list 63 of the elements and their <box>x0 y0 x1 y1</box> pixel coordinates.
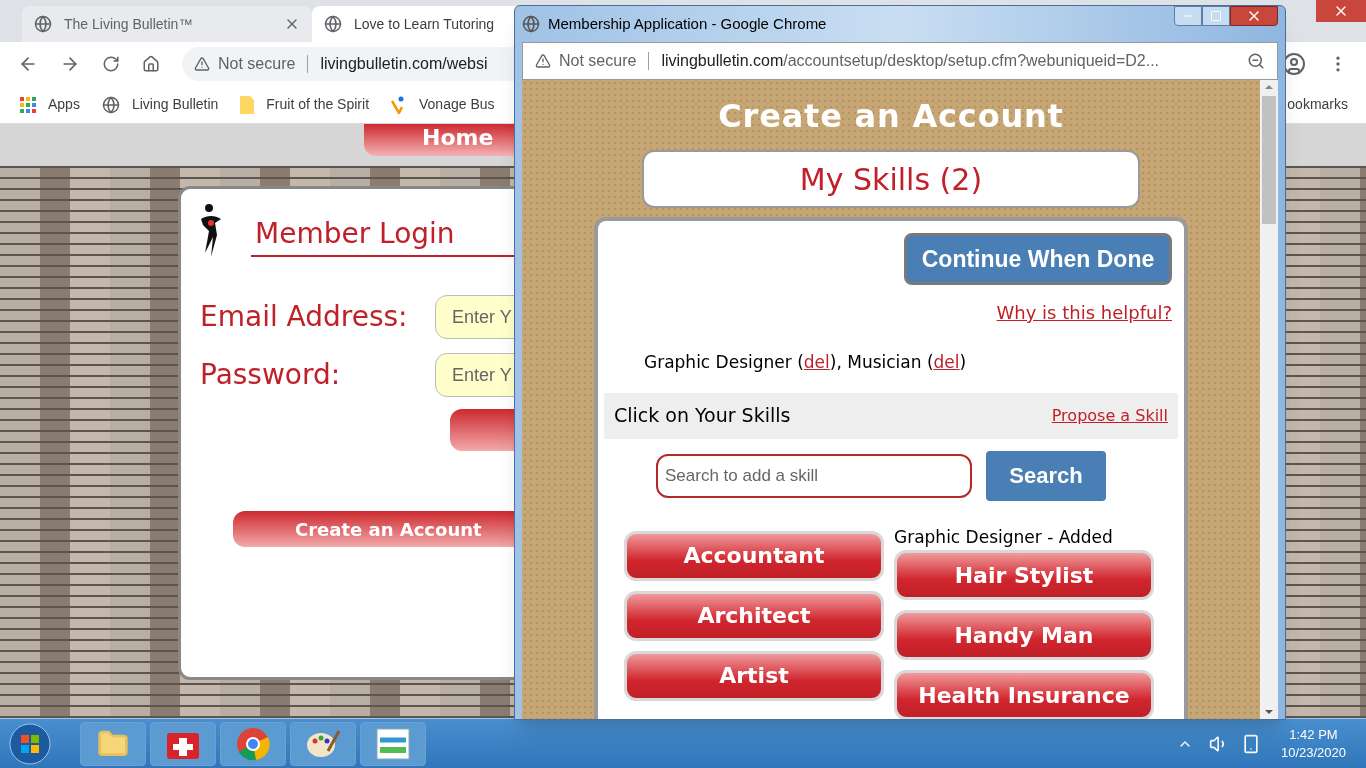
bookmark-link[interactable]: ookmarks <box>1287 94 1348 115</box>
bookmark-link[interactable]: Living Bulletin <box>101 94 219 115</box>
security-label: Not secure <box>218 54 296 74</box>
clock[interactable]: 1:42 PM 10/23/2020 <box>1280 725 1346 762</box>
added-note: Graphic Designer - Added <box>894 525 1114 549</box>
palette-icon <box>306 728 340 759</box>
browser-tab[interactable]: The Living Bulletin™ <box>22 6 312 42</box>
taskbar-app[interactable] <box>360 721 426 766</box>
delete-link[interactable]: del <box>933 352 960 372</box>
tab-title: The Living Bulletin™ <box>64 14 193 34</box>
maximize-icon <box>1210 10 1222 22</box>
zoom-icon[interactable] <box>1247 52 1265 70</box>
url-text: livingbulletin.com/websi <box>320 54 488 74</box>
clock-date: 10/23/2020 <box>1280 743 1346 762</box>
search-field[interactable]: Search to add a skill <box>656 453 972 498</box>
browser-logo-icon <box>236 726 270 761</box>
security-label: Not secure <box>559 51 637 71</box>
maximize-button[interactable] <box>1202 6 1230 26</box>
ftp-app-icon <box>376 727 410 760</box>
globe-icon <box>324 15 342 33</box>
search-button[interactable]: Search <box>986 450 1106 501</box>
globe-icon <box>101 95 120 114</box>
skill-button[interactable]: Handy Man <box>894 610 1154 660</box>
selected-skills-text: Graphic Designer (del), Musician (del) <box>643 351 968 374</box>
warning-icon <box>194 56 210 72</box>
continue-button[interactable]: Continue When Done <box>904 233 1172 285</box>
bookmark-link[interactable]: Vonage Bus <box>391 94 495 115</box>
skill-button[interactable]: Health Insurance <box>894 670 1154 719</box>
reload-icon[interactable] <box>102 55 120 73</box>
tab-title: Love to Learn Tutoring <box>354 14 495 34</box>
globe-icon <box>522 15 540 33</box>
delete-link[interactable]: del <box>803 352 830 372</box>
url-text: livingbulletin.com/accountsetup/desktop/setup.cfm?webuniqueid=D2... <box>661 51 1160 71</box>
taskbar-app[interactable] <box>290 721 356 766</box>
skill-button[interactable]: Artist <box>624 650 884 701</box>
address-bar[interactable]: Not secure livingbulletin.com/accountsetup/desktop/setup.cfm?webuniqueid=D2... <box>522 42 1278 80</box>
taskbar-app[interactable] <box>150 721 216 766</box>
window-close-button[interactable] <box>1316 0 1366 22</box>
note-icon <box>240 95 255 114</box>
apps-grid-icon <box>20 96 36 113</box>
bookmark-link[interactable]: Apps <box>20 94 80 115</box>
scrollbar[interactable] <box>1260 80 1278 719</box>
skill-button[interactable]: Hair Stylist <box>894 550 1154 600</box>
skills-bar-label: Click on Your Skills <box>614 403 791 429</box>
minimize-button[interactable] <box>1174 6 1202 26</box>
scrollbar-thumb[interactable] <box>1262 96 1276 224</box>
skill-button[interactable]: Accountant <box>624 530 884 581</box>
propose-skill-link[interactable]: Propose a Skill <box>1051 403 1168 428</box>
globe-icon <box>34 15 52 33</box>
skill-button[interactable]: Architect <box>624 590 884 641</box>
clock-time: 1:42 PM <box>1289 725 1338 744</box>
field-label: Email Address: <box>199 299 409 335</box>
taskbar-app[interactable] <box>80 721 146 766</box>
page-heading: Create an Account <box>718 96 1064 136</box>
field-label: Password: <box>199 357 342 393</box>
taskbar-app[interactable] <box>220 721 286 766</box>
home-icon[interactable] <box>142 55 160 73</box>
warning-icon <box>535 53 551 69</box>
start-orb-icon[interactable] <box>8 721 52 766</box>
help-link[interactable]: Why is this helpful? <box>996 299 1172 326</box>
section-title: My Skills (2) <box>642 150 1140 208</box>
bookmark-link[interactable]: Fruit of the Spirit <box>240 94 369 115</box>
window-close-button[interactable] <box>1230 6 1278 26</box>
